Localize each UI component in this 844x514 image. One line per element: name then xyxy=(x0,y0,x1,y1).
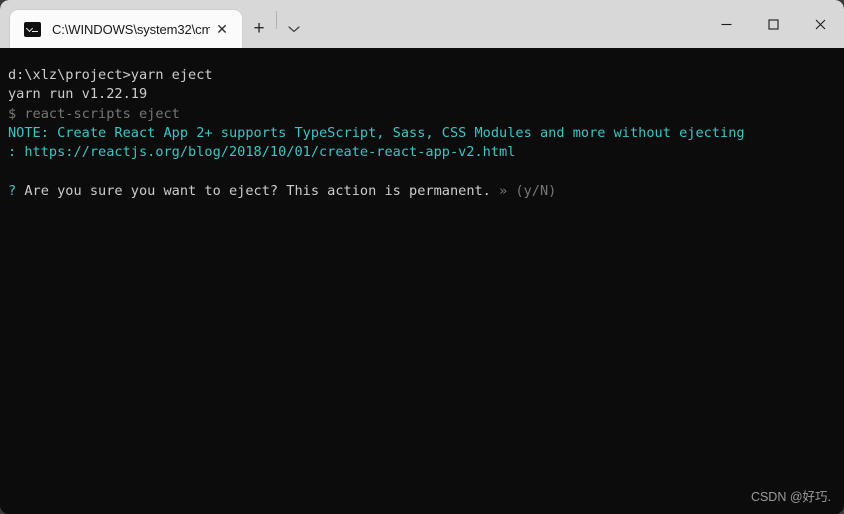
yarn-version: yarn run v1.22.19 xyxy=(8,85,844,104)
terminal-line-list: d:\xlz\project>yarn eject yarn run v1.22.… xyxy=(8,66,844,201)
script-invocation-segment: $ react-scripts eject xyxy=(8,105,180,122)
chevron-down-icon[interactable] xyxy=(277,10,311,48)
note-line-segment: NOTE: Create React App 2+ supports TypeS… xyxy=(8,124,745,141)
note-line: NOTE: Create React App 2+ supports TypeS… xyxy=(8,124,844,143)
spacer-line xyxy=(8,162,844,181)
confirm-prompt-segment: ? xyxy=(8,182,17,199)
confirm-prompt: ? Are you sure you want to eject? This a… xyxy=(8,182,844,201)
new-tab-button[interactable]: + xyxy=(242,10,276,48)
note-url-line-segment: : https://reactjs.org/blog/2018/10/01/cr… xyxy=(8,144,516,161)
confirm-prompt-segment: » (y/N) xyxy=(499,182,557,199)
terminal-window: C:\WINDOWS\system32\cmd. ✕ + d:\xlz\proj… xyxy=(0,0,844,514)
window-caption-buttons xyxy=(703,0,844,48)
maximize-button[interactable] xyxy=(750,0,797,48)
yarn-version-segment: yarn run v1.22.19 xyxy=(8,86,148,103)
cmd-console-icon xyxy=(24,21,41,37)
tab-title: C:\WINDOWS\system32\cmd. xyxy=(52,21,210,37)
tab-cmd[interactable]: C:\WINDOWS\system32\cmd. ✕ xyxy=(10,10,242,48)
close-window-button[interactable] xyxy=(797,0,844,48)
title-bar: C:\WINDOWS\system32\cmd. ✕ + xyxy=(0,0,844,48)
prompt-command: d:\xlz\project>yarn eject xyxy=(8,66,844,85)
close-icon[interactable]: ✕ xyxy=(210,17,234,41)
terminal-output[interactable]: d:\xlz\project>yarn eject yarn run v1.22.… xyxy=(0,48,844,514)
note-url-line: : https://reactjs.org/blog/2018/10/01/cr… xyxy=(8,143,844,162)
watermark: CSDN @好巧. xyxy=(750,490,831,504)
tab-strip: C:\WINDOWS\system32\cmd. ✕ + xyxy=(0,0,311,48)
minimize-button[interactable] xyxy=(703,0,750,48)
prompt-command-segment: d:\xlz\project>yarn eject xyxy=(8,67,213,83)
confirm-prompt-segment: Are you sure you want to eject? This act… xyxy=(16,182,500,199)
spacer-line-segment xyxy=(8,163,16,179)
script-invocation: $ react-scripts eject xyxy=(8,105,844,124)
